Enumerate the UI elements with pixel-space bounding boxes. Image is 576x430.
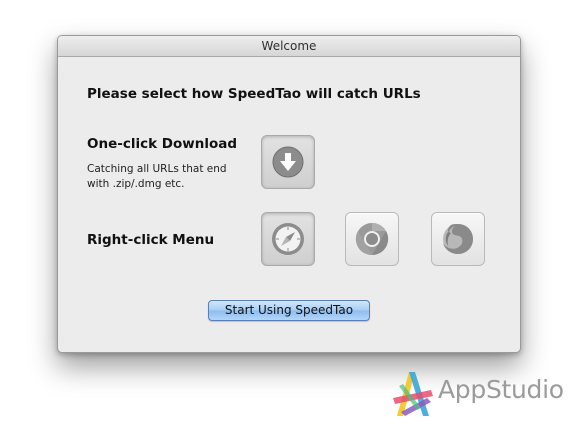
download-icon xyxy=(272,146,304,178)
safari-icon xyxy=(272,223,304,255)
chrome-option-button[interactable] xyxy=(345,212,399,266)
appstudio-watermark: AppStudio xyxy=(391,368,564,420)
start-button[interactable]: Start Using SpeedTao xyxy=(208,300,370,321)
appstudio-logo-icon xyxy=(393,372,433,416)
page-heading: Please select how SpeedTao will catch UR… xyxy=(87,86,421,102)
appstudio-wordmark: AppStudio xyxy=(438,375,564,404)
one-click-download-button[interactable] xyxy=(261,135,315,189)
window-title: Welcome xyxy=(58,36,520,57)
firefox-icon xyxy=(443,224,473,254)
firefox-option-button[interactable] xyxy=(431,212,485,266)
chrome-icon xyxy=(355,222,389,256)
right-click-title: Right-click Menu xyxy=(87,232,215,248)
one-click-title: One-click Download xyxy=(87,136,238,152)
one-click-description: Catching all URLs that end with .zip/.dm… xyxy=(87,163,227,190)
welcome-window: Welcome Please select how SpeedTao will … xyxy=(57,35,521,353)
safari-option-button[interactable] xyxy=(261,212,315,266)
